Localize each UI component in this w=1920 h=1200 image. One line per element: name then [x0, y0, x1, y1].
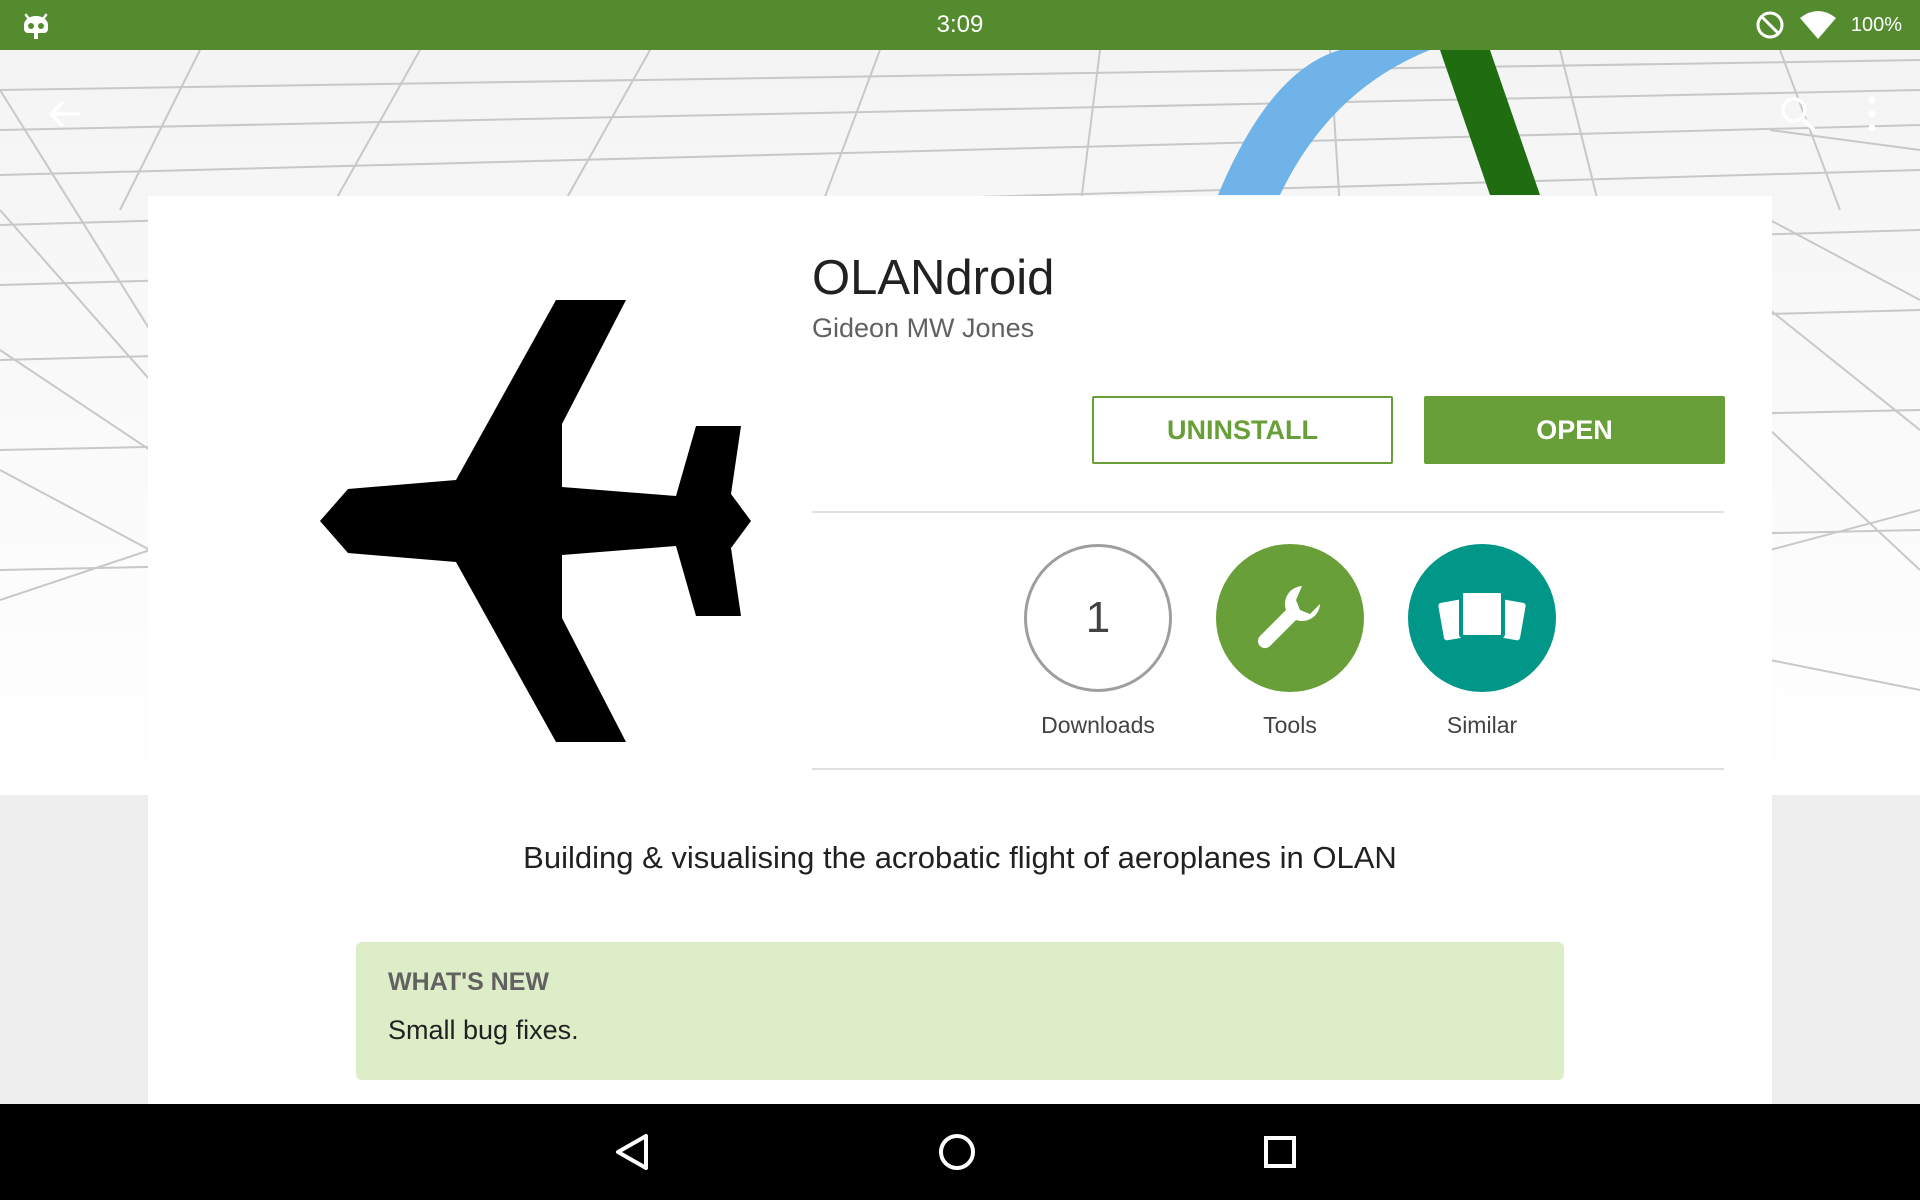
whats-new-title: WHAT'S NEW	[388, 968, 550, 996]
wifi-icon	[1799, 11, 1836, 39]
downloads-label: Downloads	[1041, 712, 1155, 738]
more-vert-icon	[1868, 96, 1876, 132]
navigation-bar	[0, 1104, 1920, 1200]
app-title: OLANdroid	[812, 251, 1055, 305]
status-time: 3:09	[936, 11, 984, 38]
back-button[interactable]	[32, 82, 96, 146]
status-icons: 100%	[1755, 0, 1902, 50]
downloads-count: 1	[1024, 544, 1172, 692]
app-developer-link[interactable]: Gideon MW Jones	[812, 313, 1034, 344]
tools-circle[interactable]	[1216, 544, 1364, 692]
divider-bottom	[812, 768, 1724, 770]
airplane-icon	[320, 300, 751, 742]
cards-icon	[1438, 589, 1526, 641]
battery-text: 100%	[1850, 13, 1902, 36]
nav-home-button[interactable]	[925, 1120, 989, 1184]
downloads-badge: 1 Downloads	[1024, 544, 1172, 739]
tools-badge[interactable]: Tools	[1216, 544, 1364, 739]
nav-back-button[interactable]	[600, 1120, 664, 1184]
wrench-icon	[1257, 586, 1320, 649]
search-icon	[1781, 97, 1815, 131]
similar-circle[interactable]	[1408, 544, 1556, 692]
whats-new-box: WHAT'S NEW Small bug fixes.	[356, 942, 1564, 1080]
search-button[interactable]	[1766, 82, 1830, 146]
tools-label: Tools	[1263, 712, 1317, 738]
similar-label: Similar	[1446, 712, 1518, 738]
nav-recents-button[interactable]	[1248, 1120, 1312, 1184]
open-button[interactable]: OPEN	[1424, 396, 1725, 464]
nav-back-icon	[616, 1134, 648, 1170]
nav-recents-icon	[1264, 1136, 1296, 1168]
similar-badge[interactable]: Similar	[1408, 544, 1556, 739]
arrow-back-icon	[49, 101, 80, 127]
do-not-disturb-icon	[1756, 11, 1784, 39]
status-bar: 3:09 100%	[0, 0, 1920, 50]
app-details-card: OLANdroid Gideon MW Jones UNINSTALL OPEN…	[148, 196, 1772, 1104]
app-description: Building & visualising the acrobatic fli…	[523, 840, 1397, 875]
divider-top	[812, 511, 1724, 513]
whats-new-text: Small bug fixes.	[388, 1015, 579, 1045]
uninstall-button[interactable]: UNINSTALL	[1092, 396, 1393, 464]
overflow-menu-button[interactable]	[1840, 82, 1904, 146]
nav-home-icon	[939, 1134, 975, 1170]
